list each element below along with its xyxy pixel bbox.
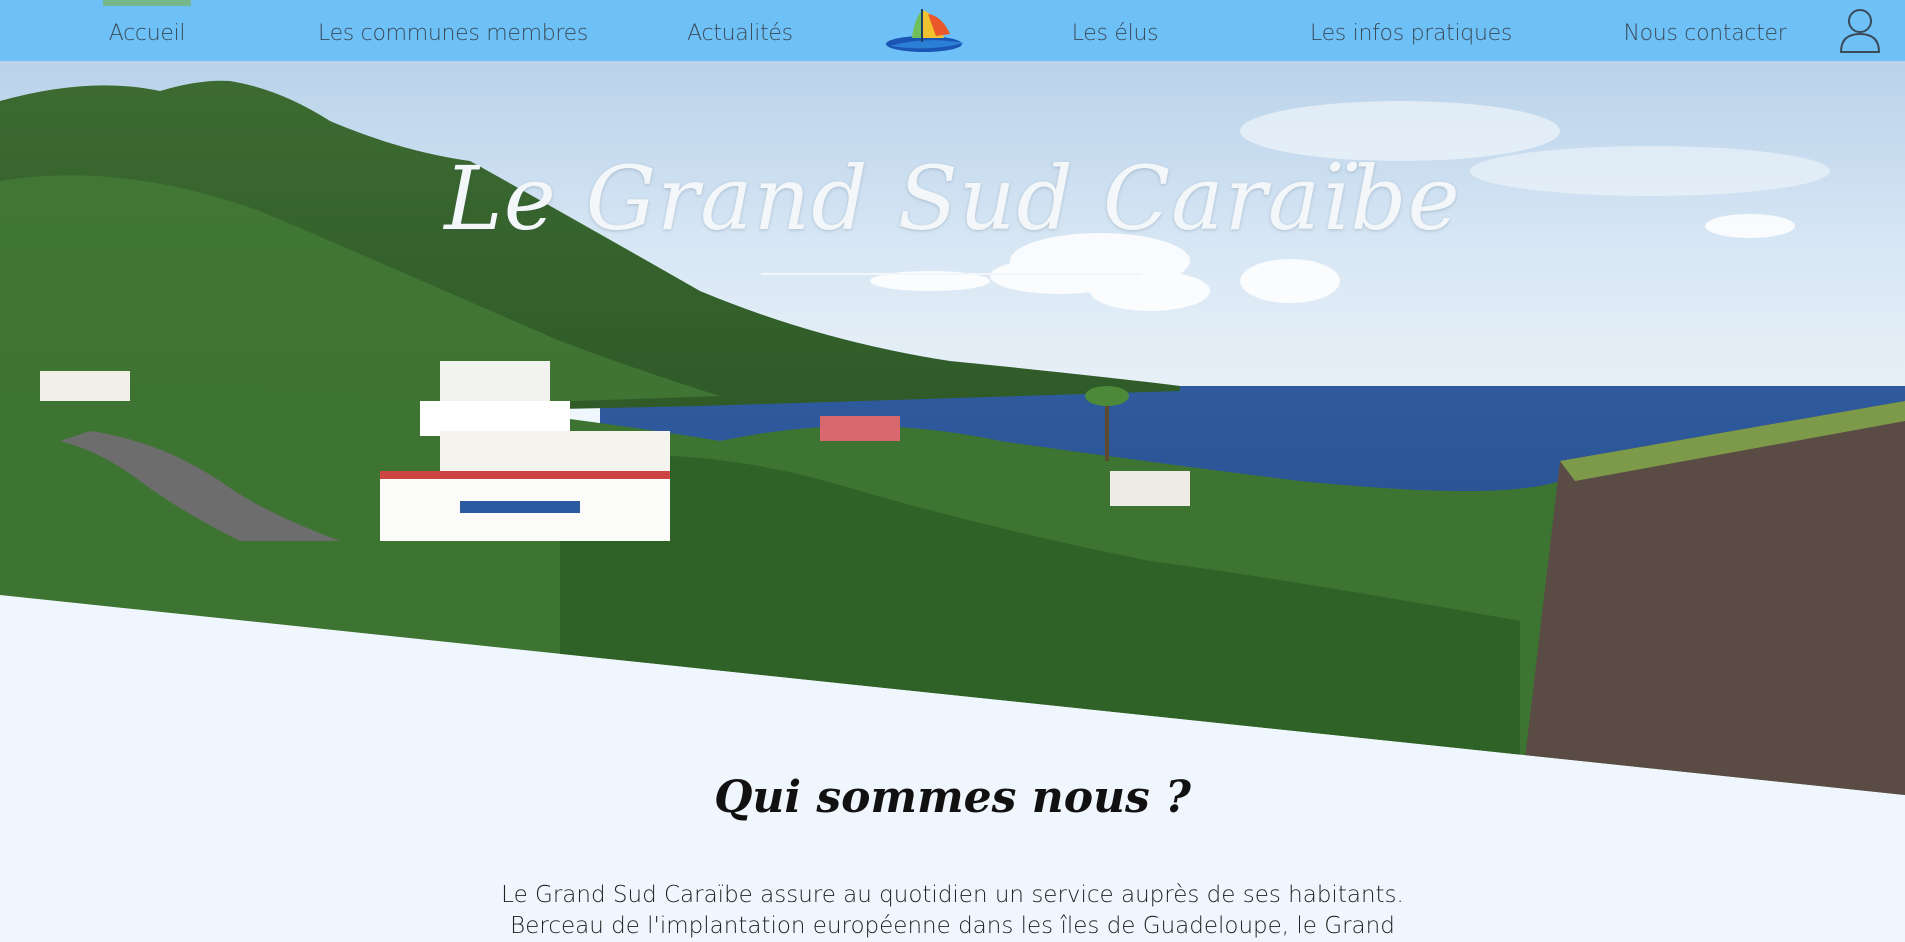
- main-navigation: Accueil Les communes membres Actualités …: [0, 0, 1905, 61]
- nav-item-communes-membres[interactable]: Les communes membres: [318, 0, 588, 61]
- section-title: Qui sommes nous ?: [714, 772, 1191, 823]
- nav-item-elus[interactable]: Les élus: [1060, 0, 1170, 61]
- nav-item-infos-pratiques[interactable]: Les infos pratiques: [1310, 0, 1512, 61]
- nav-item-nous-contacter[interactable]: Nous contacter: [1615, 0, 1795, 61]
- intro-line: Le Grand Sud Caraïbe assure au quotidien…: [501, 882, 1404, 908]
- user-icon[interactable]: [1836, 6, 1884, 54]
- sailboat-logo-icon[interactable]: [884, 6, 968, 56]
- hero-title: Le Grand Sud Caraïbe: [444, 147, 1461, 250]
- nav-item-accueil[interactable]: Accueil: [97, 0, 197, 61]
- hero-divider: [761, 273, 1142, 275]
- nav-item-actualites[interactable]: Actualités: [675, 0, 805, 61]
- intro-text: Le Grand Sud Caraïbe assure au quotidien…: [0, 880, 1905, 942]
- hero-banner: Le Grand Sud Caraïbe: [0, 61, 1905, 795]
